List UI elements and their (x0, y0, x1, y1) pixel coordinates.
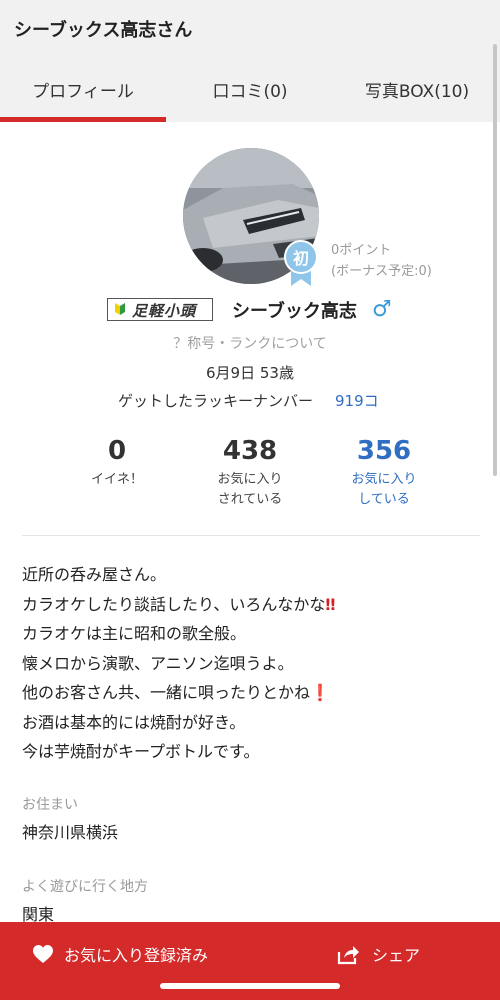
rank-info-link[interactable]: ？称号・ランクについて (0, 333, 500, 353)
title-badge-text: 足軽小頭 (132, 302, 197, 320)
bio-line: 今は芋焼酎がキープボトルです。 (22, 742, 260, 761)
rank-badge: 初 (282, 238, 320, 288)
residence-label: お住まい (22, 797, 78, 813)
bio-line: カラオケしたり談話したり、いろんなかな‼ (22, 594, 336, 614)
points-info: 0ポイント (ボーナス予定:0) (331, 240, 432, 282)
tab-bar: プロフィール 口コミ(0) 写真BOX(10) (0, 56, 500, 122)
nickname: シーブック高志 (232, 301, 357, 322)
active-tab-indicator (0, 117, 166, 122)
bio-line: 懐メロから演歌、アニソン迄唄うよ。 (22, 653, 294, 673)
exclamation-icon: ❗ (310, 683, 330, 702)
double-exclamation-icon: ‼ (325, 594, 336, 614)
favoriting-label[interactable]: お気に入り している (314, 470, 454, 510)
bio-text: 近所の呑み屋さん。 カラオケしたり談話したり、いろんなかな‼ カラオケは主に昭和… (22, 560, 482, 767)
bottom-action-bar: お気に入り登録済み シェア (0, 922, 500, 1000)
points-value: 0ポイント (331, 243, 392, 258)
favoriting-count[interactable]: 356 (314, 434, 454, 468)
bio-line: 他のお客さん共、一緒に唄ったりとかね❗ (22, 683, 330, 702)
rank-badge-label: 初 (284, 240, 318, 274)
favoriting-label-line2[interactable]: している (314, 490, 454, 510)
likes-stat: 0 イイネ！ (47, 434, 187, 490)
section-divider (22, 535, 480, 536)
heart-icon (33, 945, 53, 963)
beginner-mark-icon (115, 303, 125, 315)
lucky-number-label: ゲットしたラッキーナンバー (118, 392, 314, 410)
favorited-by-label-line2: されている (217, 492, 283, 507)
favoriting-stat[interactable]: 356 お気に入り している (314, 434, 454, 510)
favorited-by-stat: 438 お気に入り されている (180, 434, 320, 510)
area-label: よく遊びに行く地方 (22, 879, 148, 895)
favorited-by-label: お気に入り されている (180, 470, 320, 510)
share-button-label[interactable]: シェア (372, 942, 420, 966)
tab-reviews[interactable]: 口コミ(0) (166, 56, 334, 122)
bonus-points: (ボーナス予定:0) (331, 264, 432, 279)
scrollbar[interactable] (493, 44, 497, 476)
bio-line: カラオケは主に昭和の歌全般。 (22, 624, 247, 643)
bio-line: お酒は基本的には焼酎が好き。 (22, 712, 246, 732)
lucky-number-link[interactable]: 919コ (335, 390, 379, 411)
male-icon: ♂ (372, 297, 392, 322)
favorited-by-label-line1: お気に入り (217, 472, 283, 487)
bio-line: 近所の呑み屋さん。 (22, 565, 167, 584)
birthday-age: 6月9日 53歳 (206, 364, 294, 382)
tab-profile[interactable]: プロフィール (0, 56, 166, 122)
share-icon (337, 946, 359, 965)
favorite-button[interactable]: お気に入り登録済み (32, 940, 208, 968)
likes-label: イイネ！ (90, 472, 143, 487)
home-indicator (160, 983, 340, 989)
favorite-button-label[interactable]: お気に入り登録済み (64, 942, 208, 966)
favorited-by-count: 438 (222, 436, 278, 466)
share-button[interactable]: シェア (336, 940, 420, 968)
likes-count: 0 (107, 436, 127, 466)
residence-value: 神奈川県横浜 (22, 823, 119, 842)
title-badge: 足軽小頭 (107, 298, 213, 321)
favoriting-label-line1[interactable]: お気に入り (314, 470, 454, 490)
page-title: シーブックス高志さん (14, 20, 193, 41)
tab-photo-box[interactable]: 写真BOX(10) (334, 56, 500, 122)
app-header: シーブックス高志さん (0, 0, 500, 56)
